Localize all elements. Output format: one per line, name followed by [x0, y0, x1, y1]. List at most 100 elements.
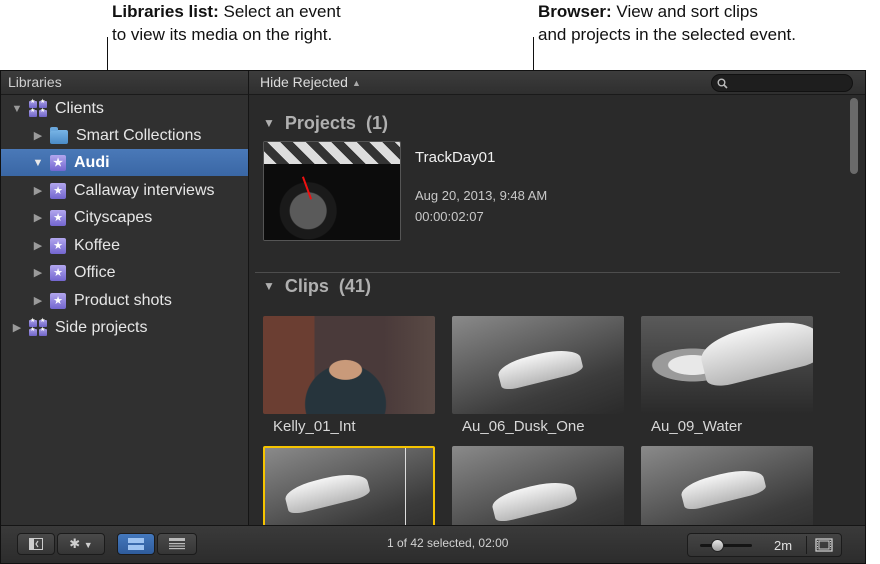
gear-icon: ✱	[69, 536, 81, 551]
action-menu-button[interactable]: ✱ ▼	[57, 533, 105, 555]
projects-section-label: Projects	[284, 113, 356, 133]
disclosure-triangle-closed-icon[interactable]: ▶	[11, 321, 23, 334]
disclosure-triangle-closed-icon[interactable]: ▶	[32, 294, 44, 307]
clip-thumbnail[interactable]	[641, 316, 813, 414]
clip-item[interactable]: Au_06_Dusk_One	[452, 316, 624, 438]
project-title[interactable]: TrackDay01	[415, 149, 495, 166]
browser-toolbar: Hide Rejected ▲	[249, 71, 865, 95]
event-browser: ▼ Projects (1) TrackDay01 Aug 20, 2013, 9…	[249, 95, 865, 525]
zoom-duration-label: 2m	[774, 538, 793, 553]
bottom-toolbar: ✱ ▼ 1 of 42 selected, 02:00 2m	[1, 525, 865, 563]
browser-callout-title: Browser:	[538, 2, 612, 21]
list-view-icon	[169, 538, 185, 550]
disclosure-triangle-closed-icon[interactable]: ▶	[32, 266, 44, 279]
libraries-header-label: Libraries	[8, 74, 62, 90]
disclosure-triangle-closed-icon[interactable]: ▶	[32, 211, 44, 224]
selection-status: 1 of 42 selected, 02:00	[387, 536, 509, 550]
sidebar-item-office[interactable]: ▶ ★ Office	[1, 259, 248, 286]
libraries-header: Libraries	[1, 71, 249, 95]
car-image	[282, 468, 372, 516]
event-icon: ★	[50, 264, 66, 281]
sidebar-item-cityscapes[interactable]: ▶ ★ Cityscapes	[1, 204, 248, 231]
search-input[interactable]	[732, 75, 847, 91]
sidebar-item-audi[interactable]: ▼ ★ Audi	[1, 149, 248, 176]
clips-section-header[interactable]: ▼ Clips (41)	[263, 276, 371, 297]
clip-thumbnail[interactable]	[452, 446, 624, 525]
scrollbar-thumb[interactable]	[850, 98, 858, 174]
sidebar-item-koffee[interactable]: ▶ ★ Koffee	[1, 232, 248, 259]
clip-thumbnail[interactable]	[452, 316, 624, 414]
libraries-callout: Libraries list: Select an event to view …	[112, 0, 341, 46]
project-duration: 00:00:02:07	[415, 209, 484, 224]
browser-callout-text: View and sort clips	[611, 2, 758, 21]
search-field[interactable]	[711, 74, 853, 92]
libraries-callout-text: Select an event	[218, 2, 341, 21]
event-icon: ★	[50, 154, 66, 171]
sidebar-icon	[29, 538, 43, 550]
browser-callout: Browser: View and sort clips and project…	[538, 0, 796, 46]
filmstrip-view-icon	[128, 538, 144, 550]
disclosure-triangle-closed-icon[interactable]: ▶	[32, 184, 44, 197]
clip-appearance-controls: 2m	[687, 533, 842, 557]
clips-count: (41)	[338, 276, 371, 296]
clip-name: Au_06_Dusk_One	[462, 418, 585, 435]
event-icon: ★	[50, 182, 66, 199]
library-row-side-projects[interactable]: ▶ Side projects	[1, 314, 248, 341]
disclosure-triangle-closed-icon[interactable]: ▶	[32, 129, 44, 142]
clip-item-selected[interactable]	[263, 446, 435, 525]
skimmer-playhead[interactable]	[405, 448, 406, 525]
sidebar-item-smart-collections[interactable]: ▶ Smart Collections	[1, 122, 248, 149]
browser-callout-line2: and projects in the selected event.	[538, 25, 796, 44]
project-date: Aug 20, 2013, 9:48 AM	[415, 188, 548, 203]
browser-callout-leader	[533, 37, 534, 71]
disclosure-triangle-open-icon[interactable]: ▼	[263, 116, 275, 130]
section-divider	[255, 272, 840, 273]
sidebar-item-label: Smart Collections	[76, 126, 202, 144]
car-image	[489, 476, 579, 524]
filter-popup-label: Hide Rejected	[260, 74, 348, 90]
filmstrip-view-button[interactable]	[117, 533, 155, 555]
sidebar-item-callaway-interviews[interactable]: ▶ ★ Callaway interviews	[1, 177, 248, 204]
library-label: Clients	[55, 99, 104, 117]
search-icon	[717, 78, 728, 89]
filmstrip-icon[interactable]	[815, 538, 833, 552]
zoom-slider[interactable]	[700, 544, 752, 547]
clip-item[interactable]: Kelly_01_Int	[263, 316, 435, 438]
car-image	[495, 344, 585, 392]
library-label: Side projects	[55, 318, 148, 336]
list-view-button[interactable]	[157, 533, 197, 555]
projects-count: (1)	[365, 113, 388, 133]
clip-thumbnail[interactable]	[263, 316, 435, 414]
library-row-clients[interactable]: ▼ Clients	[1, 95, 248, 122]
sidebar-item-label: Office	[74, 263, 116, 281]
car-image	[678, 464, 768, 512]
clip-item[interactable]	[641, 446, 813, 525]
sidebar-item-label: Callaway interviews	[74, 181, 215, 199]
clips-section-label: Clips	[284, 276, 329, 296]
disclosure-triangle-open-icon[interactable]: ▼	[32, 157, 44, 169]
filter-popup-button[interactable]: Hide Rejected ▲	[260, 74, 361, 90]
libraries-callout-leader	[107, 37, 108, 71]
updown-arrows-icon: ▲	[351, 78, 361, 88]
sidebar-item-product-shots[interactable]: ▶ ★ Product shots	[1, 287, 248, 314]
clip-thumbnail[interactable]	[641, 446, 813, 525]
chevron-down-icon: ▼	[83, 540, 93, 550]
clip-thumbnail[interactable]	[263, 446, 435, 525]
disclosure-triangle-open-icon[interactable]: ▼	[263, 279, 275, 293]
disclosure-triangle-open-icon[interactable]: ▼	[11, 103, 23, 115]
folder-icon	[50, 126, 68, 144]
clip-item[interactable]	[452, 446, 624, 525]
disclosure-triangle-closed-icon[interactable]: ▶	[32, 239, 44, 252]
sidebar-item-label: Audi	[74, 153, 110, 171]
toggle-sidebar-button[interactable]	[17, 533, 55, 555]
clapperboard-icon	[264, 142, 400, 164]
clip-name: Au_09_Water	[651, 418, 743, 435]
zoom-slider-knob[interactable]	[711, 539, 725, 552]
clip-name: Kelly_01_Int	[273, 418, 356, 435]
projects-section-header[interactable]: ▼ Projects (1)	[263, 113, 388, 134]
browser-scrollbar[interactable]	[849, 95, 859, 525]
project-thumbnail[interactable]	[263, 141, 401, 241]
clip-item[interactable]: Au_09_Water	[641, 316, 813, 438]
app-window: Libraries Hide Rejected▲ ▼ Clients ▶ Sma…	[0, 70, 866, 564]
event-icon: ★	[50, 292, 66, 309]
